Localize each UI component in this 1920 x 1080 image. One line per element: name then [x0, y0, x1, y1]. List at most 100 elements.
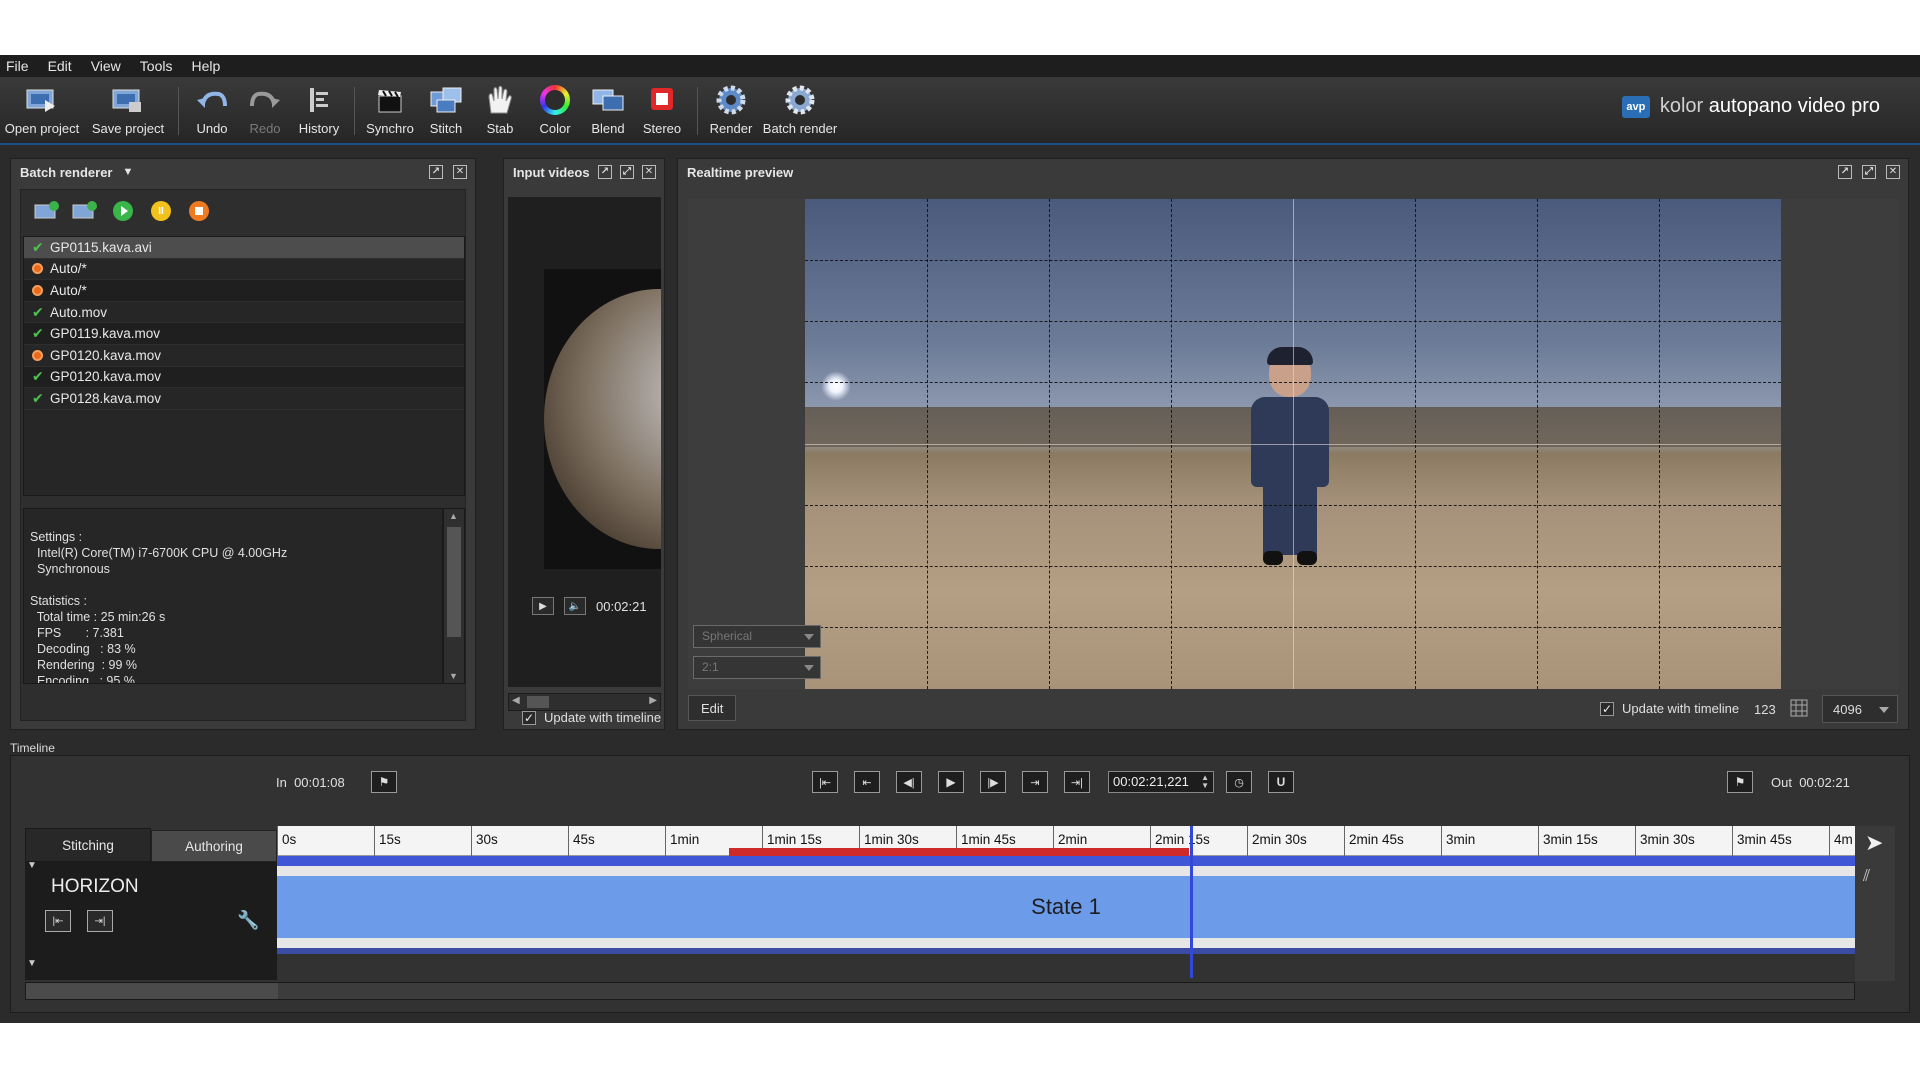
- ruler-tick: 2min 30s: [1247, 826, 1307, 856]
- stereo-button[interactable]: Stereo: [622, 83, 702, 136]
- resolution-select[interactable]: 4096: [1822, 695, 1898, 723]
- menu-help[interactable]: Help: [191, 58, 220, 74]
- wrench-icon[interactable]: 🔧: [237, 910, 259, 931]
- ruler-tick: 2min 45s: [1344, 826, 1404, 856]
- list-item[interactable]: Auto/*: [24, 280, 464, 302]
- close-icon[interactable]: ✕: [642, 165, 656, 179]
- input-videos-scrollbar[interactable]: ◀ ▶: [508, 693, 661, 711]
- go-to-end-button[interactable]: ⇥|: [1064, 771, 1090, 793]
- go-to-out-button[interactable]: ⇥: [1022, 771, 1048, 793]
- list-item[interactable]: ✔ GP0128.kava.mov: [24, 388, 464, 410]
- add-to-batch-button[interactable]: [33, 200, 61, 222]
- ripple-tool-icon[interactable]: ⫽: [1863, 868, 1870, 886]
- batch-gear-icon: [783, 83, 817, 117]
- state-clip[interactable]: State 1: [277, 876, 1855, 938]
- play-button[interactable]: ▶: [938, 771, 964, 793]
- close-icon[interactable]: ✕: [1886, 165, 1900, 179]
- scroll-left-icon[interactable]: ◀: [512, 695, 520, 706]
- check-icon: ✔: [32, 368, 44, 385]
- go-to-start-button[interactable]: |⇤: [812, 771, 838, 793]
- scroll-right-icon[interactable]: ▶: [649, 695, 657, 706]
- popout-icon[interactable]: ↗: [1838, 165, 1852, 179]
- scroll-up-icon[interactable]: ▲: [449, 511, 458, 521]
- grid-icon[interactable]: [1790, 699, 1808, 717]
- render-button[interactable]: Render: [691, 83, 771, 136]
- collapse-arrow-icon[interactable]: ▼: [27, 958, 37, 969]
- add-keyframe-right-button[interactable]: ⇥|: [87, 910, 113, 932]
- batch-toolbar: II: [21, 190, 465, 236]
- add-icon: [34, 201, 59, 219]
- menu-edit[interactable]: Edit: [48, 58, 72, 74]
- in-point-readout: In 00:01:08: [276, 774, 345, 790]
- check-icon: ✔: [32, 325, 44, 342]
- play-batch-button[interactable]: [109, 200, 137, 222]
- color-wheel-icon: [538, 83, 572, 117]
- checkbox[interactable]: ✓: [1600, 701, 1614, 716]
- menu-tools[interactable]: Tools: [140, 58, 173, 74]
- preview-viewport[interactable]: Spherical 2:1: [688, 199, 1898, 689]
- projection-select[interactable]: Spherical: [693, 625, 821, 648]
- go-to-in-button[interactable]: ⇤: [854, 771, 880, 793]
- pause-batch-button[interactable]: II: [147, 200, 175, 222]
- next-frame-button[interactable]: |▶: [980, 771, 1006, 793]
- tab-stitching[interactable]: Stitching: [25, 828, 151, 862]
- current-time-field[interactable]: 00:02:21,221 ▲ ▼: [1108, 771, 1214, 793]
- previous-frame-button[interactable]: ◀|: [896, 771, 922, 793]
- chevron-down-icon[interactable]: ▼: [122, 166, 133, 178]
- fisheye-video-frame: [544, 269, 661, 569]
- preview-update-with-timeline[interactable]: ✓ Update with timeline: [1600, 701, 1739, 716]
- open-project-button[interactable]: Open project: [2, 83, 82, 136]
- playhead[interactable]: [1190, 826, 1193, 978]
- ruler-tick: 3min 15s: [1538, 826, 1598, 856]
- batch-renderer-title: Batch renderer: [20, 164, 113, 180]
- input-videos-panel: Input videos ↗ ⤢ ✕ ▶ 🔈 00:02:21 ◀ ▶ ✓ Up…: [503, 158, 665, 730]
- checkbox[interactable]: ✓: [522, 710, 536, 725]
- magnet-icon: U: [1276, 775, 1286, 789]
- batch-renderer-body: II ✔ GP0115.kava.avi Auto/* Auto/* ✔ Auto.…: [20, 189, 466, 721]
- save-project-button[interactable]: Save project: [88, 83, 168, 136]
- edit-button[interactable]: Edit: [688, 695, 737, 721]
- ratio-select[interactable]: 2:1: [693, 656, 821, 679]
- timeline-scrollbar[interactable]: [25, 982, 1855, 1000]
- scrollbar-thumb[interactable]: [527, 696, 549, 708]
- timeline-panel: In 00:01:08 ⚑ |⇤ ⇤ ◀| ▶ |▶ ⇥ ⇥| 00:02:21…: [10, 755, 1910, 1013]
- remove-from-batch-button[interactable]: [71, 200, 99, 222]
- menu-view[interactable]: View: [91, 58, 121, 74]
- maximize-icon[interactable]: ⤢: [1862, 165, 1876, 179]
- input-video-viewer[interactable]: ▶ 🔈 00:02:21: [508, 197, 661, 687]
- time-ruler[interactable]: 0s 15s 30s 45s 1min 1min 15s 1min 30s 1m…: [277, 826, 1855, 857]
- popout-icon[interactable]: ↗: [598, 165, 612, 179]
- history-button[interactable]: History: [279, 83, 359, 136]
- list-item[interactable]: ✔ Auto.mov: [24, 302, 464, 324]
- input-update-with-timeline[interactable]: ✓ Update with timeline: [522, 710, 661, 725]
- list-item[interactable]: GP0120.kava.mov: [24, 345, 464, 367]
- magnet-button[interactable]: U: [1268, 771, 1294, 793]
- set-out-point-button[interactable]: ⚑: [1727, 771, 1753, 793]
- mute-button[interactable]: 🔈: [564, 597, 586, 615]
- list-item[interactable]: ✔ GP0119.kava.mov: [24, 323, 464, 345]
- list-item[interactable]: Auto/*: [24, 259, 464, 281]
- stop-batch-button[interactable]: [185, 200, 213, 222]
- cursor-tool-icon[interactable]: ➤: [1865, 830, 1883, 856]
- play-button[interactable]: ▶: [532, 597, 554, 615]
- clapperboard-icon: [373, 83, 407, 117]
- scrollbar-thumb[interactable]: [447, 527, 461, 637]
- list-item[interactable]: ✔ GP0115.kava.avi: [24, 237, 464, 259]
- popout-icon[interactable]: ↗: [429, 165, 443, 179]
- fps-toggle-button[interactable]: ◷: [1226, 771, 1252, 793]
- set-in-point-button[interactable]: ⚑: [371, 771, 397, 793]
- close-icon[interactable]: ✕: [453, 165, 467, 179]
- spinner-icon[interactable]: ▲ ▼: [1201, 774, 1209, 790]
- batch-renderer-panel: Batch renderer ▼ ↗ ✕ II ✔ GP0115.kava.av…: [10, 158, 476, 730]
- ruler-tick: 0s: [277, 826, 296, 856]
- panorama-preview-image[interactable]: [805, 199, 1781, 689]
- maximize-icon[interactable]: ⤢: [620, 165, 634, 179]
- tab-authoring[interactable]: Authoring: [151, 830, 277, 862]
- menu-file[interactable]: File: [6, 58, 29, 74]
- list-item[interactable]: ✔ GP0120.kava.mov: [24, 366, 464, 389]
- scroll-down-icon[interactable]: ▼: [449, 671, 458, 681]
- batch-info-scrollbar[interactable]: ▲ ▼: [443, 508, 465, 684]
- batch-render-button[interactable]: Batch render: [760, 83, 840, 136]
- add-keyframe-left-button[interactable]: |⇤: [45, 910, 71, 932]
- collapse-arrow-icon[interactable]: ▼: [27, 860, 37, 871]
